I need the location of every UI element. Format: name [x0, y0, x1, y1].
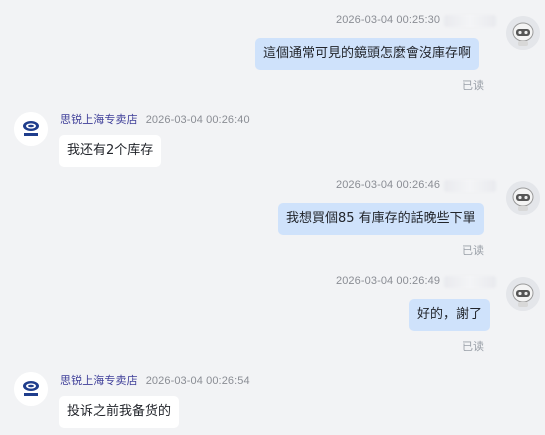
- shop-name: 思锐上海专卖店: [60, 375, 138, 387]
- chat-history: 2026-03-04 00:25:30 這個通常可見的鏡頭怎麼會沒庫存啊 已读 …: [0, 0, 545, 435]
- robot-avatar-icon[interactable]: [506, 16, 540, 50]
- message-bubble[interactable]: 我想買個85 有庫存的話晚些下單: [278, 203, 484, 235]
- robot-avatar-icon[interactable]: [506, 277, 540, 311]
- message-timestamp: 2026-03-04 00:26:49: [336, 275, 441, 287]
- message-bubble[interactable]: 投诉之前我备货的: [59, 396, 180, 428]
- blurred-username: [444, 15, 496, 27]
- read-status: 已读: [462, 79, 484, 92]
- sirui-logo-icon[interactable]: [14, 372, 48, 406]
- message-bubble[interactable]: 我还有2个库存: [59, 135, 162, 167]
- sirui-logo-icon[interactable]: [14, 112, 48, 146]
- blurred-username: [444, 276, 496, 288]
- blurred-username: [444, 180, 496, 192]
- message-timestamp: 2026-03-04 00:26:54: [145, 375, 250, 387]
- message-meta: 思锐上海专卖店 2026-03-04 00:26:40: [60, 111, 250, 127]
- message-timestamp: 2026-03-04 00:25:30: [336, 14, 441, 26]
- message-timestamp: 2026-03-04 00:26:46: [336, 179, 441, 191]
- message-bubble[interactable]: 好的，謝了: [409, 299, 491, 331]
- message-timestamp: 2026-03-04 00:26:40: [145, 114, 250, 126]
- shop-name: 思锐上海专卖店: [60, 114, 138, 126]
- message-meta: 思锐上海专卖店 2026-03-04 00:26:54: [60, 372, 250, 388]
- read-status: 已读: [462, 340, 484, 353]
- message-bubble[interactable]: 這個通常可見的鏡頭怎麼會沒庫存啊: [255, 38, 480, 70]
- robot-avatar-icon[interactable]: [506, 181, 540, 215]
- read-status: 已读: [462, 244, 484, 257]
